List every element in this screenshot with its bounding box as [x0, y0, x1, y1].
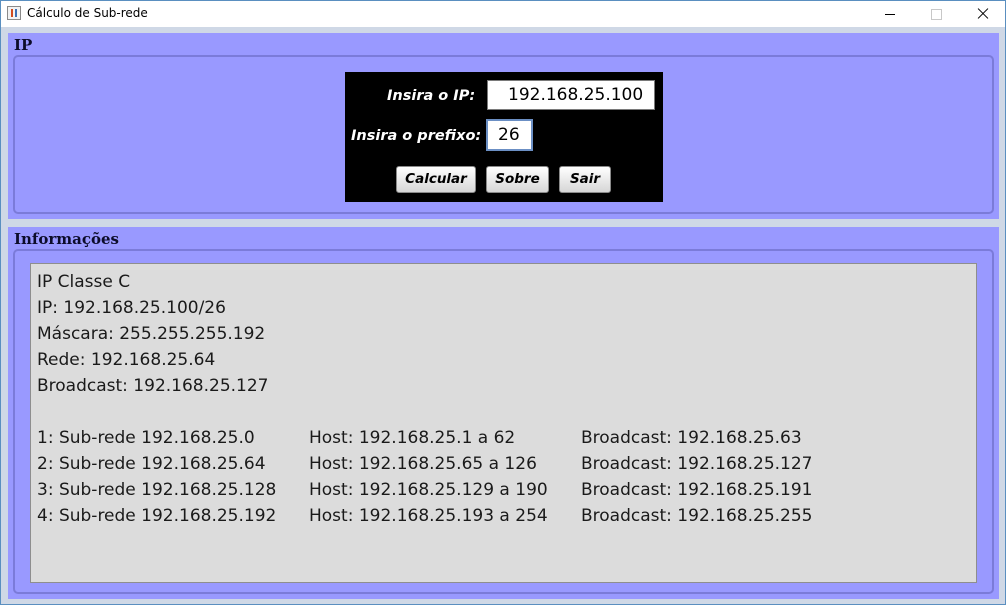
info-panel-title: Informações	[14, 230, 119, 248]
host-cell: Host: 192.168.25.1 a 62	[309, 428, 516, 448]
window-content: IP Insira o IP: Insira o prefixo: Calcul…	[1, 27, 1005, 604]
ip-panel-title: IP	[14, 36, 33, 54]
maximize-button[interactable]	[913, 1, 959, 27]
subnet-cell: 2: Sub-rede 192.168.25.64	[37, 454, 266, 474]
subnet-cell: 3: Sub-rede 192.168.25.128	[37, 480, 277, 500]
subnet-cell: 1: Sub-rede 192.168.25.0	[37, 428, 255, 448]
about-button[interactable]: Sobre	[486, 166, 549, 193]
broadcast-cell: Broadcast: 192.168.25.63	[581, 428, 802, 448]
prefix-input[interactable]	[486, 119, 533, 151]
ip-class-line: IP Classe C	[37, 272, 131, 292]
ip-cidr-line: IP: 192.168.25.100/26	[37, 298, 226, 318]
subnet-cell: 4: Sub-rede 192.168.25.192	[37, 506, 277, 526]
java-app-icon	[7, 6, 21, 20]
host-cell: Host: 192.168.25.193 a 254	[309, 506, 548, 526]
network-line: Rede: 192.168.25.64	[37, 350, 216, 370]
close-button[interactable]	[959, 1, 1005, 27]
prefix-label: Insira o prefixo:	[351, 128, 482, 144]
mask-line: Máscara: 255.255.255.192	[37, 324, 266, 344]
app-window: Cálculo de Sub-rede IP Insira o IP: Insi…	[0, 0, 1006, 605]
calculate-button[interactable]: Calcular	[396, 166, 476, 193]
host-cell: Host: 192.168.25.129 a 190	[309, 480, 548, 500]
exit-button[interactable]: Sair	[559, 166, 611, 193]
broadcast-line: Broadcast: 192.168.25.127	[37, 376, 269, 396]
title-bar[interactable]: Cálculo de Sub-rede	[1, 1, 1005, 27]
ip-panel: IP Insira o IP: Insira o prefixo: Calcul…	[8, 33, 999, 219]
info-text-area[interactable]: IP Classe C IP: 192.168.25.100/26 Máscar…	[30, 263, 977, 583]
ip-form: Insira o IP: Insira o prefixo: Calcular …	[345, 72, 663, 202]
window-title: Cálculo de Sub-rede	[27, 6, 148, 20]
broadcast-cell: Broadcast: 192.168.25.191	[581, 480, 813, 500]
ip-label: Insira o IP:	[387, 88, 476, 104]
info-panel: Informações IP Classe C IP: 192.168.25.1…	[8, 227, 999, 599]
broadcast-cell: Broadcast: 192.168.25.255	[581, 506, 813, 526]
host-cell: Host: 192.168.25.65 a 126	[309, 454, 537, 474]
broadcast-cell: Broadcast: 192.168.25.127	[581, 454, 813, 474]
ip-input[interactable]	[487, 80, 655, 110]
minimize-button[interactable]	[867, 1, 913, 27]
